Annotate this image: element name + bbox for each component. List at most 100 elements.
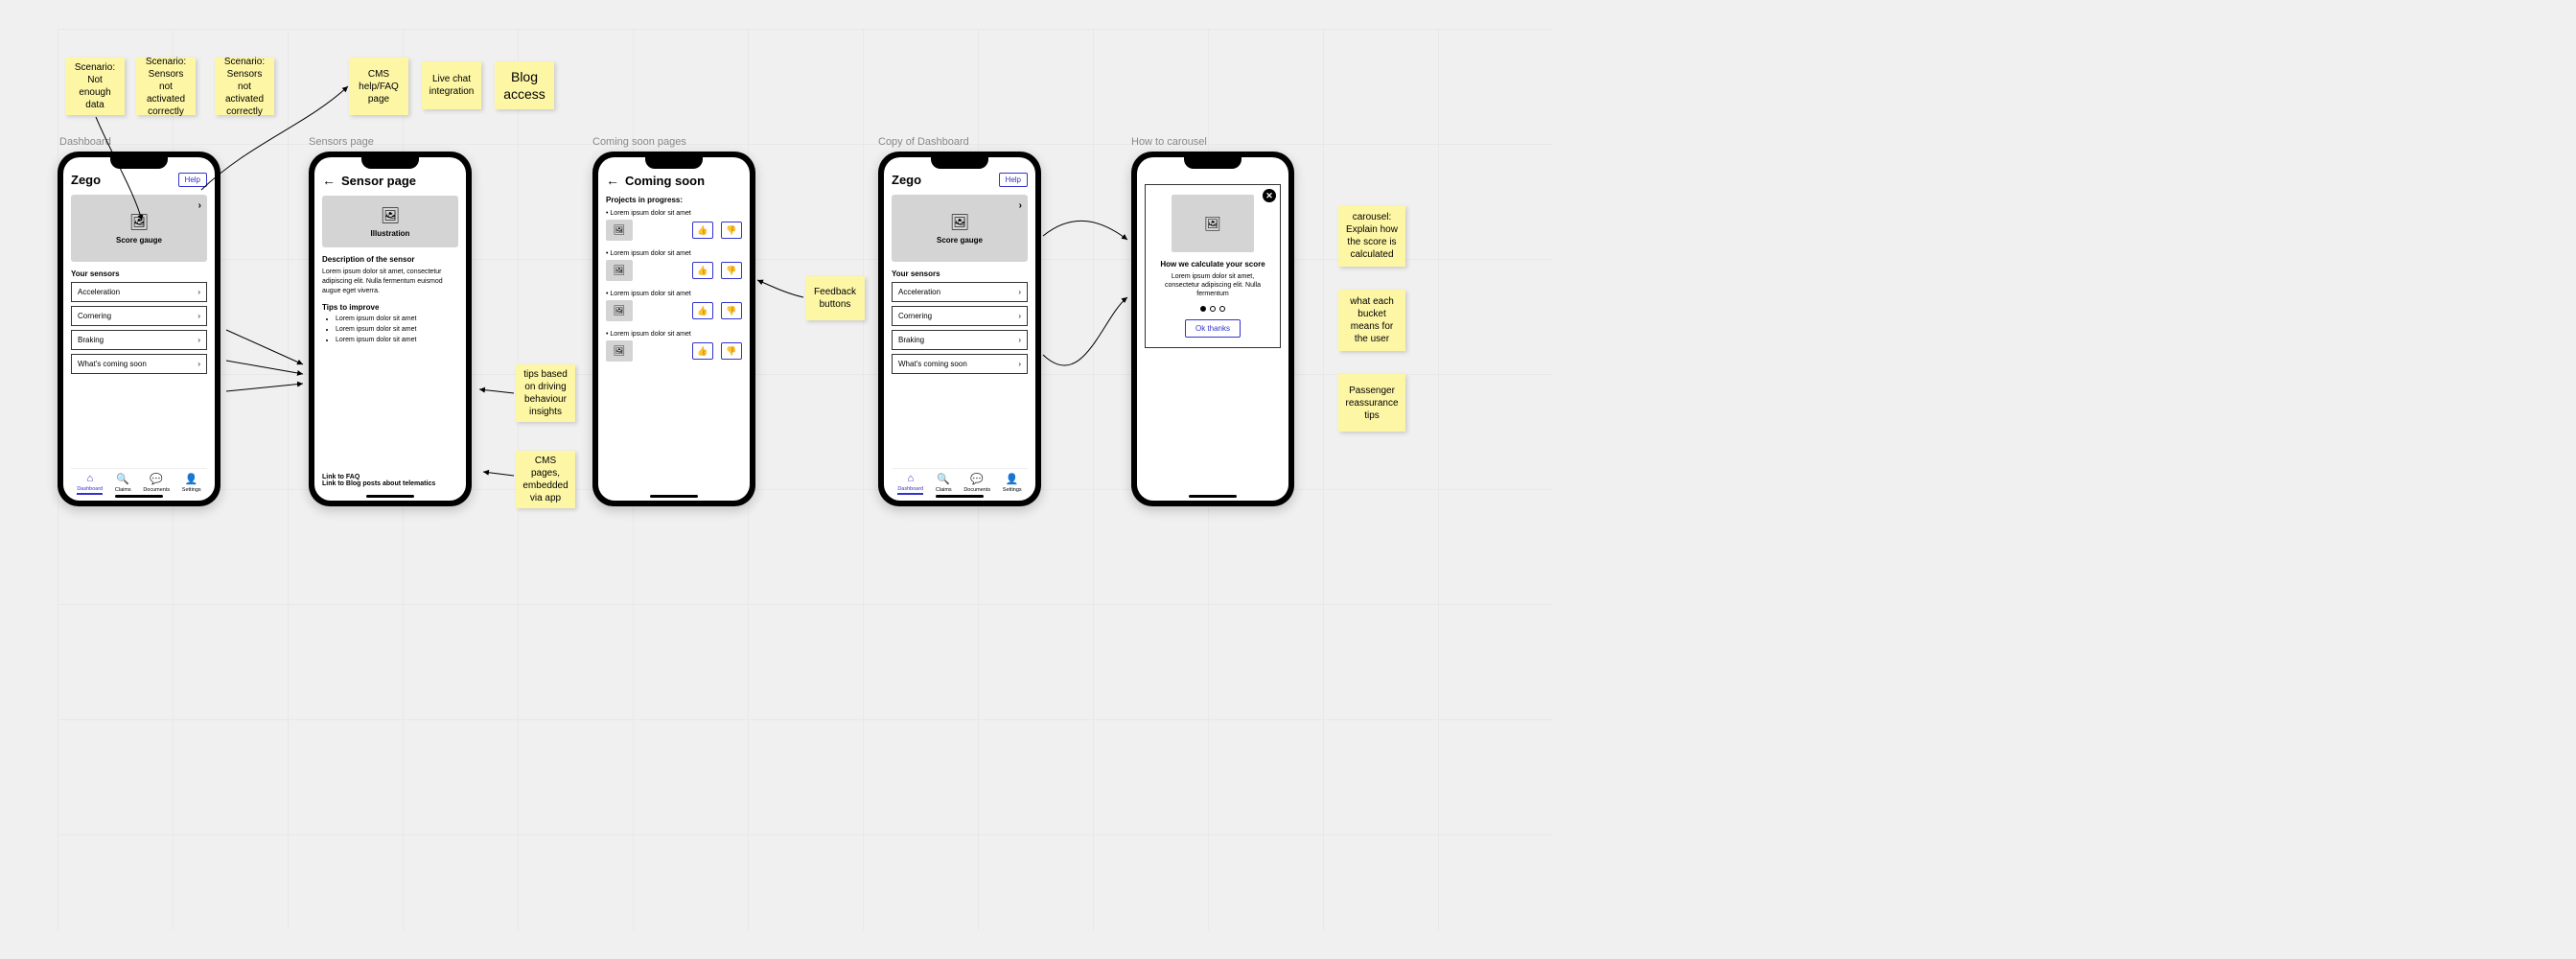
home-indicator	[650, 495, 698, 498]
sticky-carousel-explain[interactable]: carousel: Explain how the score is calcu…	[1338, 205, 1405, 267]
thumb-up-button[interactable]: 👍	[692, 222, 713, 239]
back-arrow-icon[interactable]: ←	[606, 173, 619, 188]
sensor-item-braking[interactable]: Braking›	[71, 330, 207, 350]
sticky-sensors-not-activated-2[interactable]: Scenario: Sensors not activated correctl…	[215, 58, 274, 115]
projects-heading: Projects in progress:	[606, 196, 742, 204]
close-icon[interactable]: ✕	[1263, 189, 1276, 202]
connector-arrows	[58, 29, 1553, 930]
sensor-item-cornering[interactable]: Cornering›	[71, 306, 207, 326]
label-how-to-carousel: How to carousel	[1131, 136, 1207, 148]
sticky-live-chat[interactable]: Live chat integration	[422, 61, 481, 109]
dot-active[interactable]	[1200, 306, 1206, 312]
chevron-right-icon: ›	[197, 288, 200, 296]
carousel-body: Lorem ipsum dolor sit amet, consectetur …	[1153, 272, 1272, 298]
nav-documents[interactable]: 💬Documents	[963, 473, 990, 495]
sensor-item-cornering[interactable]: Cornering›	[892, 306, 1028, 326]
sensor-page-title: Sensor page	[341, 174, 416, 188]
phone-dashboard-copy: Zego Help › 🖼 Score gauge Your sensors A…	[878, 152, 1041, 506]
notch	[645, 157, 703, 169]
thumb-down-button[interactable]: 👎	[721, 262, 742, 279]
chevron-right-icon: ›	[1019, 200, 1022, 211]
sensor-item-acceleration[interactable]: Acceleration›	[71, 282, 207, 302]
project-item: • Lorem ipsum dolor sit amet 🖼 👍 👎	[606, 291, 742, 321]
link-to-faq[interactable]: Link to FAQ	[322, 474, 458, 480]
project-thumb: 🖼	[606, 300, 633, 321]
nav-settings[interactable]: 👤Settings	[1003, 473, 1022, 495]
project-text: • Lorem ipsum dolor sit amet	[606, 331, 742, 338]
tips-heading: Tips to improve	[322, 303, 458, 312]
brand-logo: Zego	[892, 173, 921, 187]
sticky-passenger-tips[interactable]: Passenger reassurance tips	[1338, 374, 1405, 432]
help-button[interactable]: Help	[999, 173, 1028, 187]
sticky-cms-faq[interactable]: CMS help/FAQ page	[349, 58, 408, 115]
project-thumb: 🖼	[606, 260, 633, 281]
sticky-sensors-not-activated-1[interactable]: Scenario: Sensors not activated correctl…	[136, 58, 196, 115]
sticky-blog-access[interactable]: Blog access	[495, 61, 554, 109]
link-to-blog[interactable]: Link to Blog posts about telematics	[322, 480, 458, 487]
sticky-bucket-meaning[interactable]: what each bucket means for the user	[1338, 290, 1405, 351]
score-gauge-card[interactable]: › 🖼 Score gauge	[71, 195, 207, 262]
score-gauge-label: Score gauge	[116, 236, 162, 245]
score-gauge-card[interactable]: › 🖼 Score gauge	[892, 195, 1028, 262]
sensor-item-braking[interactable]: Braking›	[892, 330, 1028, 350]
dot[interactable]	[1210, 306, 1216, 312]
thumb-up-button[interactable]: 👍	[692, 262, 713, 279]
label-dashboard: Dashboard	[59, 136, 111, 148]
image-placeholder-icon: 🖼	[614, 306, 626, 316]
sticky-tips-driving[interactable]: tips based on driving behaviour insights	[516, 364, 575, 422]
thumb-down-button[interactable]: 👎	[721, 302, 742, 319]
nav-claims[interactable]: 🔍Claims	[115, 473, 131, 495]
your-sensors-heading: Your sensors	[892, 269, 1028, 278]
thumb-up-button[interactable]: 👍	[692, 302, 713, 319]
sensor-item-acceleration[interactable]: Acceleration›	[892, 282, 1028, 302]
home-icon: ⌂	[907, 473, 914, 484]
whats-coming-soon-item[interactable]: What's coming soon›	[71, 354, 207, 374]
image-placeholder-icon: 🖼	[614, 266, 626, 276]
notch	[1184, 157, 1242, 169]
dot[interactable]	[1219, 306, 1225, 312]
phone-dashboard: Zego Help › 🖼 Score gauge Your sensors A…	[58, 152, 220, 506]
image-placeholder-icon: 🖼	[950, 213, 969, 232]
search-icon: 🔍	[116, 473, 129, 485]
nav-dashboard[interactable]: ⌂Dashboard	[77, 473, 103, 495]
chevron-right-icon: ›	[197, 312, 200, 320]
search-icon: 🔍	[937, 473, 950, 485]
phone-sensor-page: ← Sensor page 🖼 Illustration Description…	[309, 152, 472, 506]
sticky-feedback-buttons[interactable]: Feedback buttons	[805, 276, 865, 320]
score-gauge-label: Score gauge	[937, 236, 983, 245]
thumb-up-button[interactable]: 👍	[692, 342, 713, 360]
tips-list: Lorem ipsum dolor sit amet Lorem ipsum d…	[322, 316, 458, 347]
image-placeholder-icon: 🖼	[614, 225, 626, 236]
image-placeholder-icon: 🖼	[614, 346, 626, 357]
label-coming-soon: Coming soon pages	[592, 136, 686, 148]
chevron-right-icon: ›	[197, 360, 200, 368]
brand-logo: Zego	[71, 173, 101, 187]
home-indicator	[366, 495, 414, 498]
carousel-card: ✕ 🖼 How we calculate your score Lorem ip…	[1145, 184, 1281, 348]
sticky-cms-embedded[interactable]: CMS pages, embedded via app	[516, 451, 575, 508]
image-placeholder-icon: 🖼	[381, 206, 400, 225]
back-arrow-icon[interactable]: ←	[322, 173, 336, 188]
nav-documents[interactable]: 💬Documents	[143, 473, 170, 495]
nav-settings[interactable]: 👤Settings	[182, 473, 201, 495]
help-button[interactable]: Help	[178, 173, 207, 187]
chevron-right-icon: ›	[198, 200, 201, 211]
thumb-down-button[interactable]: 👎	[721, 342, 742, 360]
whats-coming-soon-item[interactable]: What's coming soon›	[892, 354, 1028, 374]
home-indicator	[936, 495, 984, 498]
sticky-not-enough-data[interactable]: Scenario: Not enough data	[65, 58, 125, 115]
home-indicator	[115, 495, 163, 498]
nav-dashboard[interactable]: ⌂Dashboard	[897, 473, 923, 495]
project-thumb: 🖼	[606, 220, 633, 241]
image-placeholder-icon: 🖼	[1204, 216, 1221, 232]
chat-icon: 💬	[970, 473, 984, 485]
thumb-down-button[interactable]: 👎	[721, 222, 742, 239]
chevron-right-icon: ›	[1018, 288, 1021, 296]
phone-coming-soon: ← Coming soon Projects in progress: • Lo…	[592, 152, 755, 506]
carousel-dots	[1200, 306, 1225, 312]
notch	[110, 157, 168, 169]
nav-claims[interactable]: 🔍Claims	[936, 473, 952, 495]
project-text: • Lorem ipsum dolor sit amet	[606, 210, 742, 217]
sensor-illustration: 🖼 Illustration	[322, 196, 458, 247]
ok-thanks-button[interactable]: Ok thanks	[1185, 319, 1241, 338]
